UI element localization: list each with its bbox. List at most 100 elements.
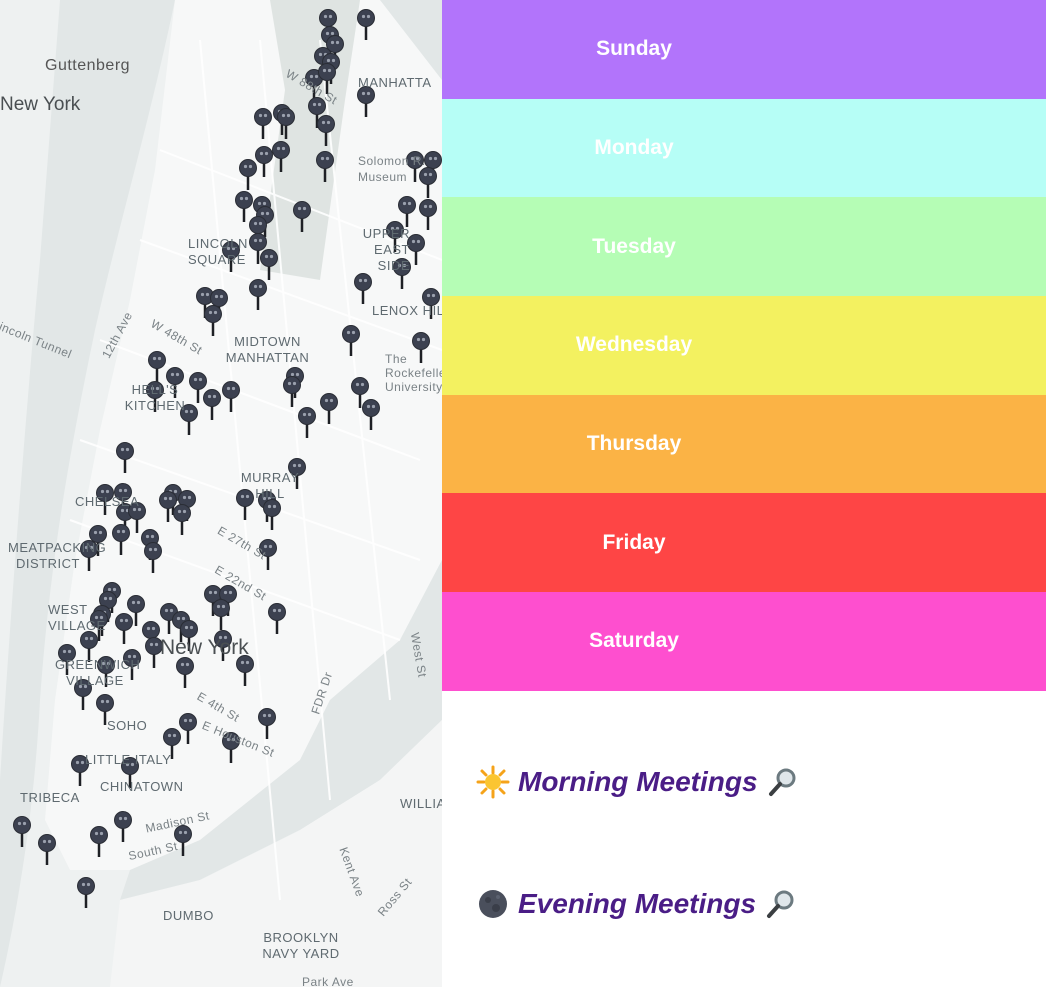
pin-highlight	[75, 760, 80, 765]
day-button-wednesday[interactable]: Wednesday	[442, 296, 1046, 395]
pin-highlight	[219, 294, 224, 299]
pin-highlight	[103, 596, 108, 601]
map-label-little-italy: LITTLE ITALY	[85, 752, 172, 767]
pin-highlight	[302, 412, 307, 417]
pin-highlight	[112, 587, 117, 592]
pin-highlight	[185, 662, 190, 667]
pin-highlight	[62, 649, 67, 654]
pin-highlight	[366, 14, 371, 19]
pin-head	[260, 249, 278, 267]
pin-highlight	[292, 381, 297, 386]
pin-head	[351, 377, 369, 395]
pin-highlight	[193, 377, 198, 382]
pin-highlight	[402, 201, 407, 206]
pin-highlight	[213, 310, 218, 315]
meetings-map[interactable]: Guttenberg New York W 88th St MANHATTA S…	[0, 0, 442, 987]
pin-highlight	[253, 221, 258, 226]
day-button-thursday[interactable]: Thursday	[442, 394, 1046, 494]
pin-head	[272, 141, 290, 159]
day-label-monday: Monday	[594, 136, 674, 160]
pin-highlight	[208, 310, 213, 315]
pin-highlight	[205, 292, 210, 297]
day-label-friday: Friday	[602, 530, 666, 554]
pin-head	[210, 289, 228, 307]
pin-head	[127, 595, 145, 613]
pin-highlight	[292, 463, 297, 468]
pin-highlight	[329, 398, 334, 403]
pin-highlight	[360, 382, 365, 387]
pin-head	[398, 196, 416, 214]
pin-highlight	[312, 102, 317, 107]
pin-highlight	[263, 113, 268, 118]
day-button-sunday[interactable]: Sunday	[442, 0, 1046, 99]
pin-highlight	[258, 221, 263, 226]
pin-highlight	[47, 839, 52, 844]
pin-highlight	[152, 356, 157, 361]
pin-highlight	[181, 616, 186, 621]
magnifier-icon	[767, 890, 794, 918]
map-label-dumbo: DUMBO	[163, 908, 214, 923]
sun-icon	[476, 765, 510, 799]
pin-highlight	[321, 120, 326, 125]
pin-highlight	[136, 600, 141, 605]
pin-highlight	[200, 292, 205, 297]
pin-highlight	[355, 382, 360, 387]
pin-head	[293, 201, 311, 219]
magnifier-icon	[768, 768, 796, 796]
pin-highlight	[330, 31, 335, 36]
pin-highlight	[177, 509, 182, 514]
pin-highlight	[98, 530, 103, 535]
pin-highlight	[320, 156, 325, 161]
map-label-rockefeller: The Rockefeller University	[385, 352, 442, 394]
pin-head	[176, 657, 194, 675]
pin-head	[298, 407, 316, 425]
day-button-monday[interactable]: Monday	[442, 98, 1046, 198]
pin-highlight	[272, 608, 277, 613]
pin-highlight	[176, 616, 181, 621]
morning-meetings-button[interactable]: Morning Meetings	[476, 765, 800, 799]
pin-highlight	[269, 254, 274, 259]
pin-highlight	[100, 699, 105, 704]
map-label-greenwich-village: GREENWICH VILLAGE	[55, 657, 141, 688]
pin-highlight	[290, 372, 295, 377]
pin-highlight	[198, 377, 203, 382]
map-label-chelsea: CHELSEA	[75, 494, 140, 509]
pin-highlight	[81, 882, 86, 887]
day-button-saturday[interactable]: Saturday	[442, 592, 1046, 691]
pin-head	[320, 393, 338, 411]
pin-highlight	[125, 447, 130, 452]
day-button-tuesday[interactable]: Tuesday	[442, 197, 1046, 297]
pin-highlight	[325, 31, 330, 36]
pin-highlight	[17, 821, 22, 826]
pin-highlight	[99, 831, 104, 836]
pin-highlight	[120, 447, 125, 452]
pin-head	[80, 631, 98, 649]
pin-highlight	[80, 760, 85, 765]
pin-highlight	[169, 608, 174, 613]
pin-highlight	[22, 821, 27, 826]
pin-highlight	[150, 534, 155, 539]
pin-head	[38, 834, 56, 852]
pin-highlight	[86, 882, 91, 887]
pin-highlight	[307, 412, 312, 417]
day-button-friday[interactable]: Friday	[442, 493, 1046, 593]
pin-highlight	[407, 201, 412, 206]
pin-head	[144, 542, 162, 560]
pin-head	[77, 877, 95, 895]
pin-head	[317, 115, 335, 133]
pin-head	[316, 151, 334, 169]
pin-highlight	[257, 201, 262, 206]
pin-highlight	[416, 239, 421, 244]
pin-highlight	[119, 618, 124, 623]
pin-highlight	[121, 529, 126, 534]
pin-highlight	[327, 68, 332, 73]
pin-highlight	[221, 604, 226, 609]
pin-highlight	[107, 587, 112, 592]
pin-highlight	[184, 625, 189, 630]
pin-head	[319, 9, 337, 27]
evening-meetings-button[interactable]: Evening Meetings	[476, 887, 798, 921]
pin-highlight	[258, 113, 263, 118]
pin-head	[189, 372, 207, 390]
pin-highlight	[240, 660, 245, 665]
pin-highlight	[151, 626, 156, 631]
